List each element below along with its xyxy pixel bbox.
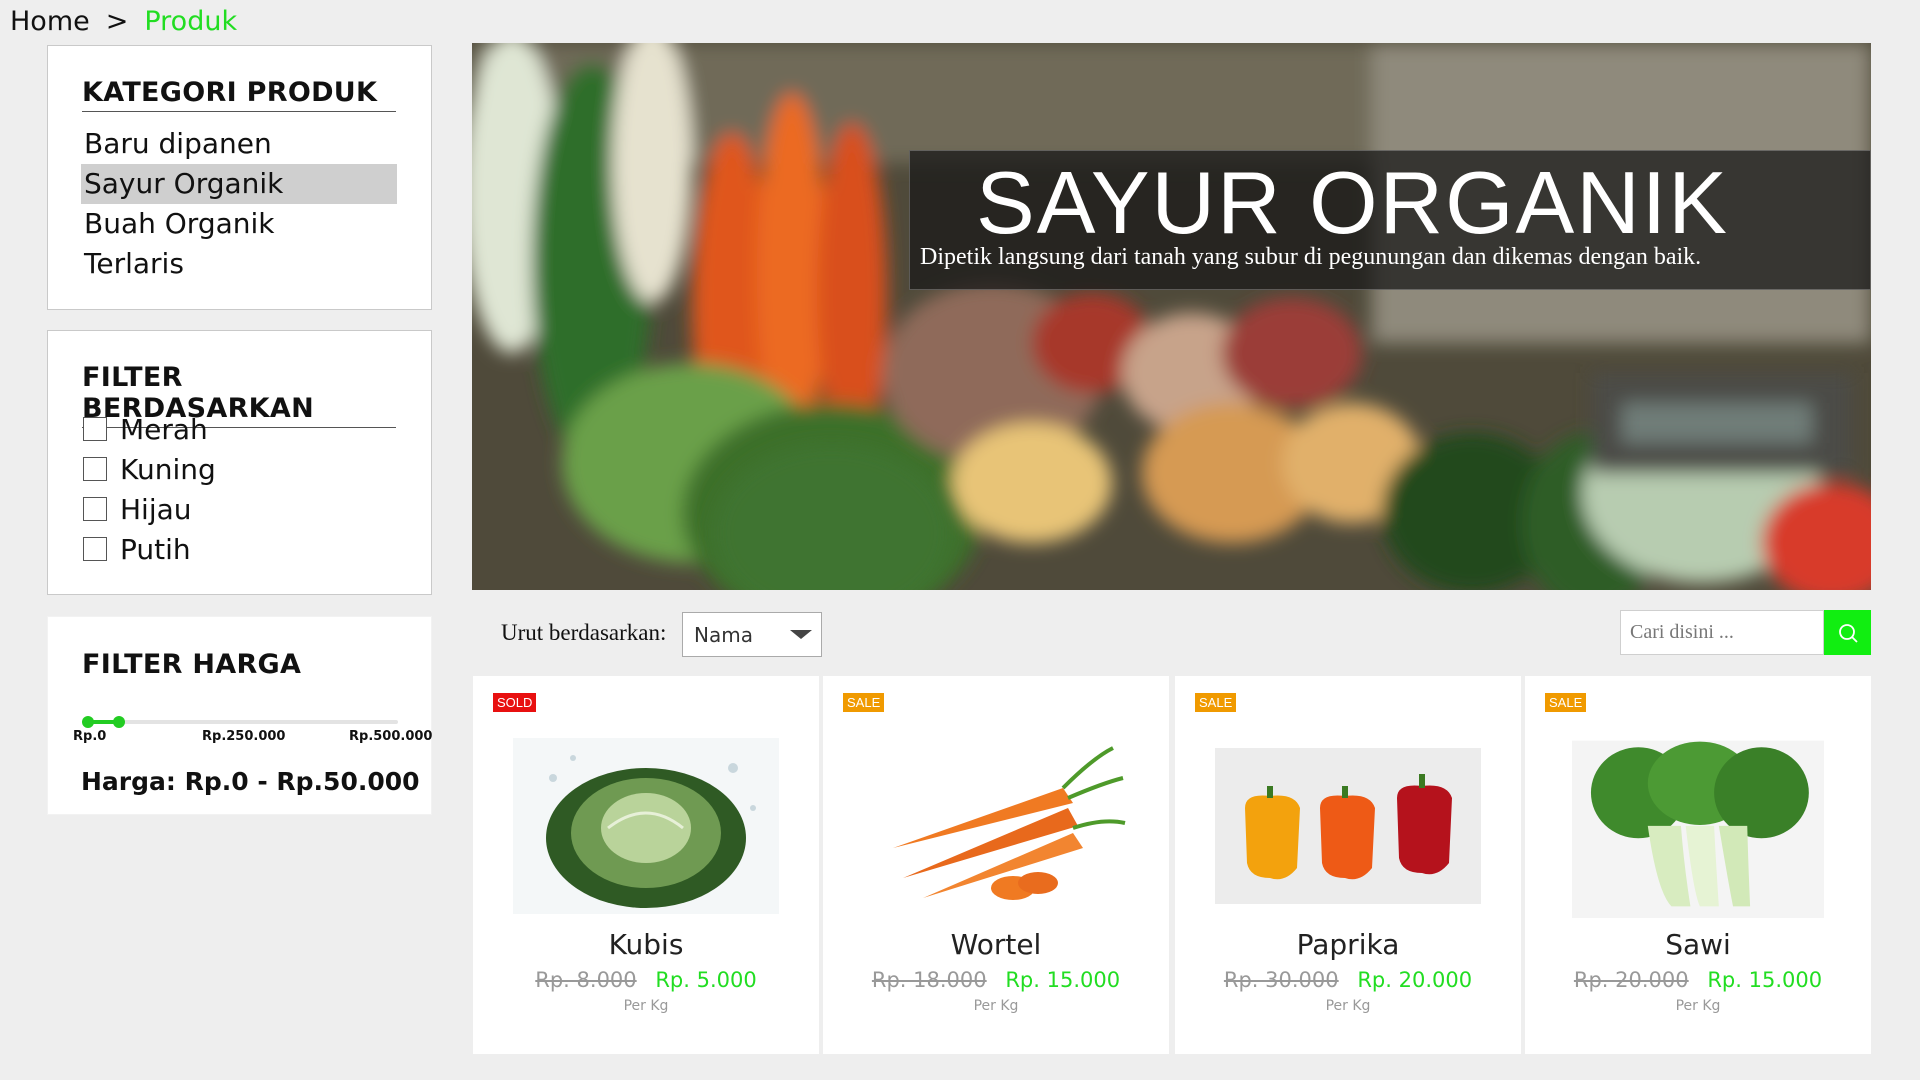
product-card-sawi[interactable]: SALE Sawi Rp. 20.000 Rp. 15.000 Per Kg — [1525, 676, 1871, 1054]
category-item-baru-dipanen[interactable]: Baru dipanen — [81, 124, 397, 164]
breadcrumb-separator: > — [105, 6, 129, 37]
category-item-buah-organik[interactable]: Buah Organik — [81, 204, 397, 244]
hero-caption: SAYUR ORGANIK Dipetik langsung dari tana… — [909, 150, 1871, 290]
filter-checkbox[interactable] — [83, 537, 107, 561]
product-prices: Rp. 18.000 Rp. 15.000 — [823, 968, 1169, 992]
filter-checkbox[interactable] — [83, 457, 107, 481]
product-card-kubis[interactable]: SOLD Kubis Rp. 8.000 Rp. 5.000 Per Kg — [473, 676, 819, 1054]
category-title: KATEGORI PRODUK — [82, 77, 396, 112]
price-filter-title: FILTER HARGA — [82, 649, 302, 680]
original-price: Rp. 8.000 — [535, 968, 637, 992]
filter-option-merah[interactable]: Merah — [83, 409, 216, 449]
filter-option-kuning[interactable]: Kuning — [83, 449, 216, 489]
breadcrumb-current[interactable]: Produk — [144, 6, 237, 37]
product-card-paprika[interactable]: SALE Paprika Rp. 30.000 Rp. 20.000 Per K… — [1175, 676, 1521, 1054]
chevron-down-icon — [790, 630, 812, 639]
sale-badge: SALE — [843, 693, 885, 712]
sale-badge: SALE — [1195, 693, 1237, 712]
slider-max-handle[interactable] — [113, 716, 125, 728]
sale-price: Rp. 15.000 — [1005, 968, 1121, 992]
sort-dropdown[interactable]: Nama — [682, 612, 822, 657]
filter-option-hijau[interactable]: Hijau — [83, 489, 216, 529]
slider-track — [86, 720, 398, 724]
product-prices: Rp. 30.000 Rp. 20.000 — [1175, 968, 1521, 992]
sold-badge: SOLD — [493, 693, 537, 712]
original-price: Rp. 30.000 — [1223, 968, 1339, 992]
filter-option-putih[interactable]: Putih — [83, 529, 216, 569]
category-item-terlaris[interactable]: Terlaris — [81, 244, 397, 284]
original-price: Rp. 20.000 — [1573, 968, 1689, 992]
search-button[interactable] — [1824, 610, 1871, 655]
search-placeholder: Cari disini ... — [1630, 621, 1734, 643]
product-name[interactable]: Kubis — [473, 928, 819, 961]
price-unit: Per Kg — [623, 998, 669, 1014]
slider-tick-mid: Rp.250.000 — [202, 729, 286, 744]
sale-price: Rp. 20.000 — [1357, 968, 1473, 992]
original-price: Rp. 18.000 — [871, 968, 987, 992]
search-icon — [1838, 623, 1858, 643]
hero-title: SAYUR ORGANIK — [976, 153, 1729, 252]
price-filter-panel: FILTER HARGA Rp.0 Rp.250.000 Rp.500.000 … — [47, 616, 432, 815]
sort-selected-value: Nama — [694, 622, 753, 647]
product-card-wortel[interactable]: SALE Wortel Rp. 18.000 Rp. 15.000 Per Kg — [823, 676, 1169, 1054]
slider-min-handle[interactable] — [82, 716, 94, 728]
category-item-sayur-organik[interactable]: Sayur Organik — [81, 164, 397, 204]
breadcrumb: Home > Produk — [10, 6, 237, 37]
slider-tick-min: Rp.0 — [73, 729, 107, 744]
slider-tick-max: Rp.500.000 — [349, 729, 433, 744]
product-prices: Rp. 8.000 Rp. 5.000 — [473, 968, 819, 992]
breadcrumb-home[interactable]: Home — [10, 6, 90, 37]
product-prices: Rp. 20.000 Rp. 15.000 — [1525, 968, 1871, 992]
sale-price: Rp. 5.000 — [655, 968, 757, 992]
product-name[interactable]: Sawi — [1525, 928, 1871, 961]
hero-subtitle: Dipetik langsung dari tanah yang subur d… — [920, 244, 1702, 270]
paprika-image[interactable] — [1215, 738, 1481, 914]
filter-checkbox[interactable] — [83, 497, 107, 521]
filter-option-label: Hijau — [120, 492, 192, 526]
sale-price: Rp. 15.000 — [1707, 968, 1823, 992]
price-unit: Per Kg — [1325, 998, 1371, 1014]
cabbage-image[interactable] — [513, 738, 779, 914]
hero-banner: SAYUR ORGANIK Dipetik langsung dari tana… — [472, 43, 1871, 590]
filter-option-label: Merah — [120, 412, 208, 446]
category-panel: KATEGORI PRODUK Baru dipanen Sayur Organ… — [47, 45, 432, 310]
price-unit: Per Kg — [973, 998, 1019, 1014]
filter-list: Merah Kuning Hijau Putih — [83, 409, 216, 569]
filter-option-label: Putih — [120, 532, 191, 566]
carrot-image[interactable] — [863, 738, 1129, 914]
product-name[interactable]: Paprika — [1175, 928, 1521, 961]
price-unit: Per Kg — [1675, 998, 1721, 1014]
bokchoy-image[interactable] — [1572, 730, 1824, 918]
search-input[interactable]: Cari disini ... — [1620, 610, 1824, 655]
sale-badge: SALE — [1545, 693, 1587, 712]
filter-panel: FILTER BERDASARKAN Merah Kuning Hijau Pu… — [47, 330, 432, 595]
price-range-summary: Harga: Rp.0 - Rp.50.000 — [81, 767, 420, 796]
product-name[interactable]: Wortel — [823, 928, 1169, 961]
filter-option-label: Kuning — [120, 452, 216, 486]
category-list: Baru dipanen Sayur Organik Buah Organik … — [81, 124, 397, 284]
filter-checkbox[interactable] — [83, 417, 107, 441]
vegetable-market-image — [472, 43, 1871, 590]
sort-label: Urut berdasarkan: — [501, 620, 667, 645]
